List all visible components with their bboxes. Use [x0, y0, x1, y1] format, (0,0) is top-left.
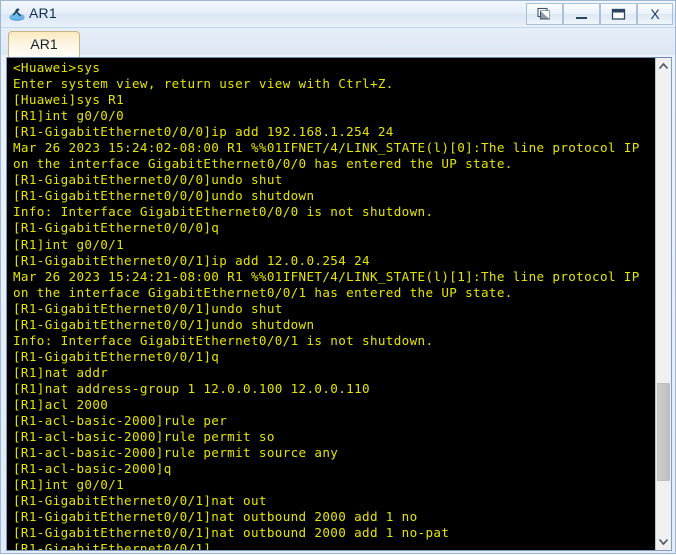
title-bar: AR1 X [1, 1, 675, 28]
scrollbar-thumb[interactable] [657, 383, 670, 481]
terminal-output: <Huawei>sys Enter system view, return us… [13, 60, 640, 550]
maximize-window-button[interactable] [600, 3, 637, 25]
annotation-dynamic-nat: 设置动态NAT [453, 545, 584, 550]
minimize-window-button[interactable] [563, 3, 600, 25]
close-window-button[interactable]: X [637, 3, 673, 25]
tab-strip: AR1 [1, 28, 675, 57]
scroll-up-arrow-icon[interactable] [656, 58, 671, 75]
terminal-scrollbar[interactable] [655, 58, 671, 550]
terminal-console[interactable]: <Huawei>sys Enter system view, return us… [7, 58, 655, 550]
restore-window-button[interactable] [526, 3, 563, 25]
application-window: AR1 X AR1 <Huawei>sys Enter system view,… [0, 0, 676, 554]
close-icon: X [650, 6, 660, 22]
scroll-down-arrow-icon[interactable] [656, 533, 671, 550]
tab-ar1-label: AR1 [30, 36, 58, 52]
window-title: AR1 [29, 5, 57, 21]
terminal-frame: <Huawei>sys Enter system view, return us… [6, 57, 672, 551]
tab-ar1[interactable]: AR1 [8, 31, 80, 57]
router-icon [7, 4, 27, 24]
